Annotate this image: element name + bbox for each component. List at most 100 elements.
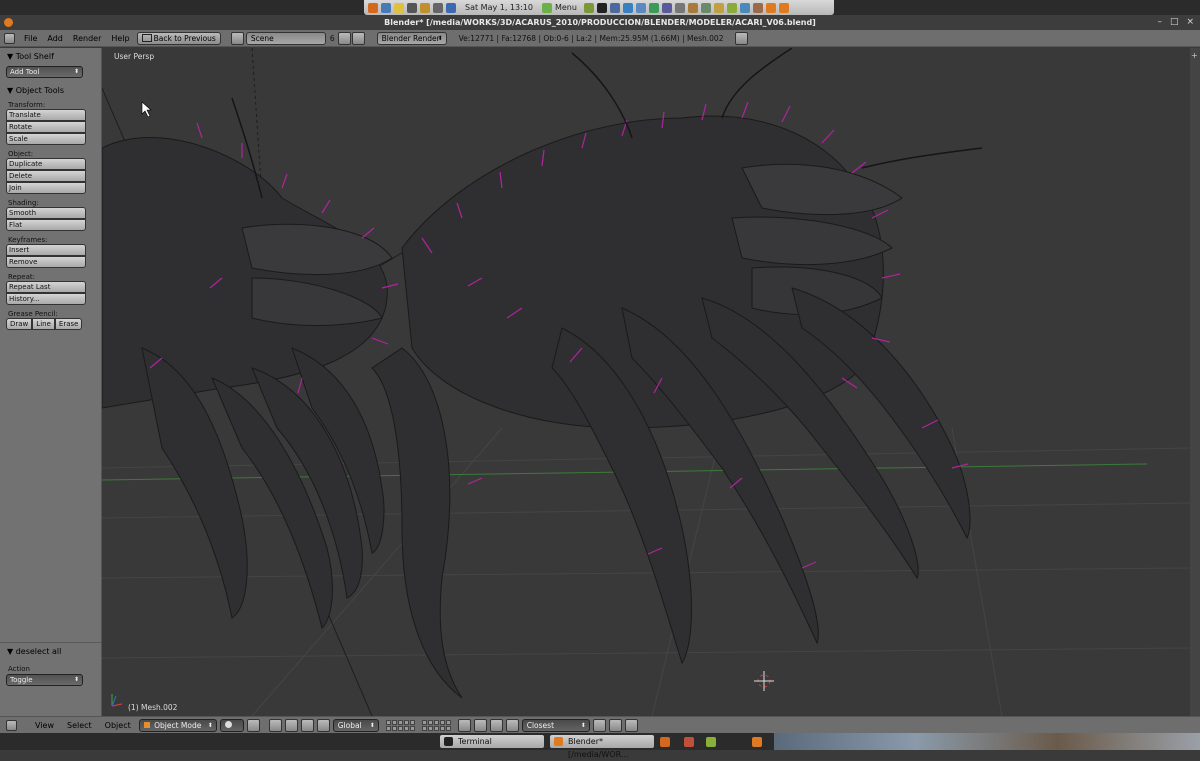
maximize-button[interactable]: □ [1170, 15, 1179, 30]
lock-camera-icon[interactable] [457, 718, 471, 732]
remove-keyframe-button[interactable]: Remove [6, 256, 86, 268]
scene-name-field[interactable]: Scene [245, 31, 326, 45]
layers-block-1[interactable] [385, 719, 415, 731]
rotate-manipulator-icon[interactable] [300, 718, 314, 732]
launcher-icon-12[interactable] [739, 2, 750, 13]
flat-button[interactable]: Flat [6, 219, 86, 231]
launcher-icon-8[interactable] [687, 2, 698, 13]
add-tool-dropdown[interactable]: Add Tool ⬍ [6, 66, 83, 78]
report-icon[interactable] [735, 31, 749, 45]
operator-panel: ▼ deselect all Action Toggle ⬍ [0, 642, 101, 717]
clock[interactable]: Sat May 1, 13:10 [465, 3, 533, 12]
pivot-point-icon[interactable] [246, 718, 260, 732]
minimize-button[interactable]: – [1157, 15, 1162, 30]
firefox-icon[interactable] [368, 2, 378, 13]
snap-element-icon[interactable] [505, 718, 519, 732]
translate-manipulator-icon[interactable] [284, 718, 298, 732]
snap-target-dropdown[interactable]: Closest ⬍ [521, 718, 590, 732]
launcher-icon-13[interactable] [752, 2, 763, 13]
scale-button[interactable]: Scale [6, 133, 86, 145]
view-menu[interactable]: View [30, 721, 59, 730]
draw-button[interactable]: Draw [6, 318, 33, 330]
file-menu[interactable]: File [19, 34, 42, 43]
render-engine-dropdown[interactable]: Blender Render ⬍ [376, 31, 447, 45]
launcher-icon-10[interactable] [713, 2, 724, 13]
add-menu[interactable]: Add [42, 34, 68, 43]
signal-icon[interactable] [446, 2, 456, 13]
launcher-icon-2[interactable] [609, 2, 620, 13]
proportional-edit-icon[interactable] [473, 718, 487, 732]
object-menu[interactable]: Object [100, 721, 136, 730]
rotate-button[interactable]: Rotate [6, 121, 86, 133]
blender-launcher-icon[interactable] [765, 2, 776, 13]
blender-launcher-icon-2[interactable] [778, 2, 789, 13]
app-task-icon-2[interactable] [706, 737, 716, 747]
render-opengl-icon[interactable] [608, 718, 622, 732]
layers-block-2[interactable] [421, 719, 451, 731]
launcher-icon-4[interactable] [635, 2, 646, 13]
object-mode-icon [143, 721, 150, 728]
tool-shelf-header[interactable]: ▼ Tool Shelf [0, 50, 101, 64]
object-tools-header[interactable]: ▼ Object Tools [0, 84, 101, 98]
history-button[interactable]: History... [6, 293, 86, 305]
task-terminal[interactable]: Terminal [440, 735, 544, 748]
launcher-icon-5[interactable] [648, 2, 659, 13]
operator-panel-header[interactable]: ▼ deselect all [0, 645, 101, 659]
blender-icon [554, 737, 563, 746]
join-button[interactable]: Join [6, 182, 86, 194]
manipulator-toggle-icon[interactable] [268, 718, 282, 732]
app-task-icon-1[interactable] [684, 737, 694, 747]
network-icon[interactable] [407, 2, 417, 13]
launcher-icon-11[interactable] [726, 2, 737, 13]
scale-manipulator-icon[interactable] [316, 718, 330, 732]
line-button[interactable]: Line [32, 318, 55, 330]
volume-icon[interactable] [433, 2, 443, 13]
render-menu[interactable]: Render [68, 34, 106, 43]
launcher-icon-3[interactable] [622, 2, 633, 13]
mail-icon[interactable] [381, 2, 391, 13]
viewport-scene [102, 48, 1190, 716]
select-menu[interactable]: Select [62, 721, 97, 730]
transform-orientation-dropdown[interactable]: Global ⬍ [332, 718, 379, 732]
editor-type-icon[interactable] [4, 32, 15, 44]
firefox-task-icon[interactable] [660, 737, 670, 747]
viewport-shading-dropdown[interactable] [219, 718, 244, 732]
editor-type-icon[interactable] [6, 719, 17, 731]
3d-viewport[interactable]: User Persp (1) Mesh.002 [102, 48, 1190, 716]
viewport-side-strip: + [1190, 48, 1200, 716]
snap-toggle-icon[interactable] [489, 718, 503, 732]
launcher-icon-9[interactable] [700, 2, 711, 13]
task-blender[interactable]: Blender* [/media/WOR... [550, 735, 654, 759]
back-to-previous-button[interactable]: Back to Previous [136, 31, 221, 45]
launcher-icon-6[interactable] [661, 2, 672, 13]
terminal-icon[interactable] [596, 2, 607, 13]
help-menu[interactable]: Help [106, 34, 134, 43]
launcher-icon-7[interactable] [674, 2, 685, 13]
duplicate-button[interactable]: Duplicate [6, 158, 86, 170]
delete-button[interactable]: Delete [6, 170, 86, 182]
close-button[interactable]: × [1186, 15, 1194, 30]
add-region-icon[interactable]: + [1191, 51, 1198, 60]
insert-keyframe-button[interactable]: Insert [6, 244, 86, 256]
blender-task-icon[interactable] [752, 737, 762, 747]
notes-icon[interactable] [394, 2, 404, 13]
add-scene-icon[interactable] [337, 31, 351, 45]
delete-scene-icon[interactable] [351, 31, 365, 45]
scene-browse-icon[interactable] [230, 31, 244, 45]
action-dropdown[interactable]: Toggle ⬍ [6, 674, 83, 686]
erase-button[interactable]: Erase [54, 318, 83, 330]
render-animation-icon[interactable] [624, 718, 638, 732]
lock-icon[interactable] [420, 2, 430, 13]
launcher-icon-1[interactable] [583, 2, 594, 13]
main-menu-label[interactable]: Menu [555, 3, 577, 12]
collapse-triangle-icon: ▼ [7, 86, 14, 95]
collapse-triangle-icon: ▼ [7, 647, 14, 656]
mode-label: Object Mode [154, 720, 202, 730]
translate-button[interactable]: Translate [6, 109, 86, 121]
repeat-last-button[interactable]: Repeat Last [6, 281, 86, 293]
align-rotation-icon[interactable] [592, 718, 606, 732]
blender-logo-icon[interactable] [4, 18, 13, 27]
mint-menu-icon[interactable] [541, 2, 552, 13]
mode-dropdown[interactable]: Object Mode ⬍ [138, 718, 217, 732]
smooth-button[interactable]: Smooth [6, 207, 86, 219]
